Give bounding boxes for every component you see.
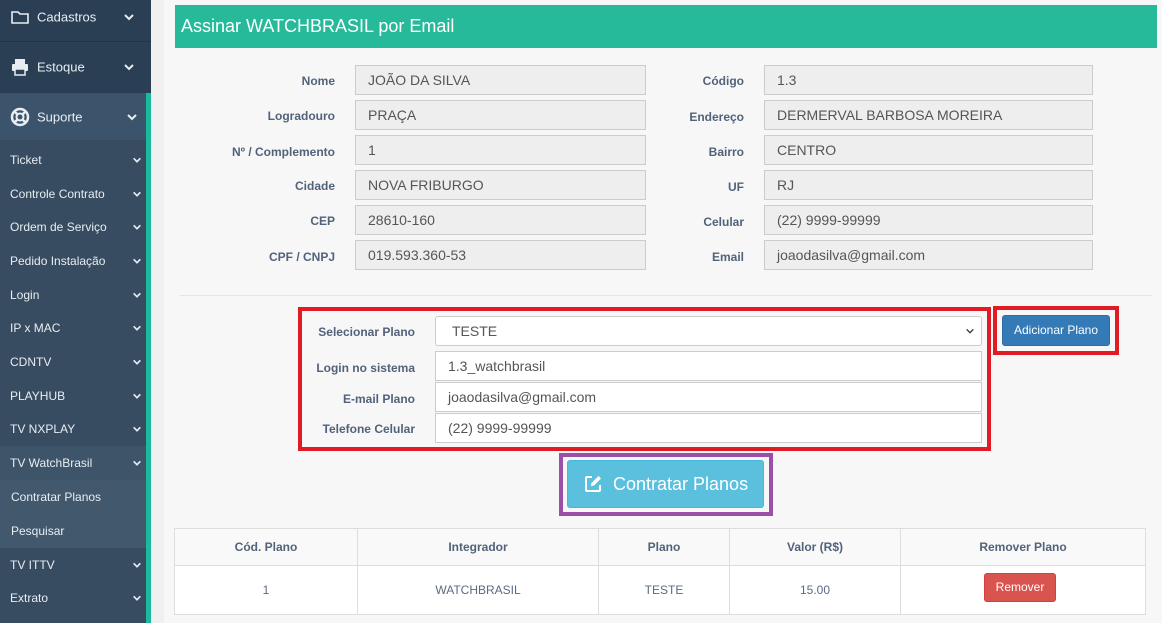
celular-field[interactable]: (22) 9999-99999 bbox=[764, 205, 1093, 235]
uf-field[interactable]: RJ bbox=[764, 170, 1093, 200]
sidebar-item-controle-contrato[interactable]: Controle Contrato bbox=[0, 177, 146, 211]
cpf-cnpj-field[interactable]: 019.593.360-53 bbox=[355, 240, 646, 270]
sidebar-item-label: IP x MAC bbox=[10, 321, 61, 335]
field-label-bairro: Bairro bbox=[708, 145, 744, 159]
sidebar-item-label: Contratar Planos bbox=[11, 490, 102, 504]
sidebar-item-label: TV NXPLAY bbox=[10, 422, 76, 436]
cidade-field[interactable]: NOVA FRIBURGO bbox=[355, 170, 646, 200]
field-label-complemento: Nº / Complemento bbox=[231, 145, 335, 159]
sidebar-item-extrato[interactable]: Extrato bbox=[0, 581, 146, 615]
field-label-cep: CEP bbox=[310, 214, 335, 228]
folder-icon bbox=[11, 10, 29, 24]
chevron-down-icon bbox=[133, 595, 141, 601]
table-header-plano: Plano bbox=[599, 529, 730, 565]
sidebar-item-tv-ittv[interactable]: TV ITTV bbox=[0, 548, 146, 582]
chevron-down-icon bbox=[124, 64, 134, 71]
complemento-field[interactable]: 1 bbox=[355, 135, 646, 165]
table-header-valor: Valor (R$) bbox=[730, 529, 901, 565]
sidebar-item-label: PLAYHUB bbox=[10, 389, 66, 403]
field-label-email: Email bbox=[711, 250, 744, 264]
sidebar-item-ticket[interactable]: Ticket bbox=[0, 143, 146, 177]
sidebar-item-label: TV ITTV bbox=[10, 558, 55, 572]
sidebar-item-label: CDNTV bbox=[10, 355, 52, 369]
sidebar-item-cdntv[interactable]: CDNTV bbox=[0, 345, 146, 379]
endereco-field[interactable]: DERMERVAL BARBOSA MOREIRA bbox=[764, 100, 1093, 130]
field-label-logradouro: Logradouro bbox=[267, 109, 335, 123]
sidebar-item-ip-mac[interactable]: IP x MAC bbox=[0, 311, 146, 345]
sidebar-item-label: Estoque bbox=[37, 59, 85, 75]
field-label-uf: UF bbox=[728, 180, 744, 194]
chevron-down-icon bbox=[124, 13, 134, 20]
sidebar-item-label: Controle Contrato bbox=[10, 187, 105, 201]
logradouro-field[interactable]: PRAÇA bbox=[355, 100, 646, 130]
page-header: Assinar WATCHBRASIL por Email bbox=[175, 5, 1157, 48]
sidebar-item-tv-watchbrasil[interactable]: TV WatchBrasil bbox=[0, 446, 146, 480]
sidebar-item-label: Suporte bbox=[37, 109, 83, 124]
add-plan-button[interactable]: Adicionar Plano bbox=[1002, 315, 1110, 346]
chevron-down-icon bbox=[133, 426, 141, 432]
remove-plan-button[interactable]: Remover bbox=[984, 573, 1056, 602]
chevron-down-icon bbox=[133, 562, 141, 568]
chevron-down-icon bbox=[133, 157, 141, 163]
chevron-down-icon bbox=[133, 460, 141, 466]
field-label-celular: Celular bbox=[703, 215, 744, 229]
sidebar-item-label: Login bbox=[10, 288, 40, 302]
chevron-down-icon bbox=[133, 325, 141, 331]
nome-field[interactable]: JOÃO DA SILVA bbox=[355, 65, 646, 95]
field-label-endereco: Endereço bbox=[689, 110, 744, 124]
sidebar-item-ordem-servico[interactable]: Ordem de Serviço bbox=[0, 210, 146, 244]
sidebar-item-label: TV WatchBrasil bbox=[10, 456, 93, 470]
section-divider bbox=[180, 295, 1152, 296]
chevron-down-icon bbox=[133, 224, 141, 230]
edit-icon bbox=[585, 476, 601, 492]
sidebar-item-label: Extrato bbox=[10, 591, 49, 605]
table-cell-cod-plano: 1 bbox=[175, 566, 358, 615]
sidebar-item-pedido-instalacao[interactable]: Pedido Instalação bbox=[0, 244, 146, 278]
sidebar-item-label: Cadastros bbox=[37, 9, 97, 24]
sidebar-item-pesquisar[interactable]: Pesquisar bbox=[0, 514, 146, 548]
chevron-down-icon bbox=[133, 393, 141, 399]
sidebar-item-label: Ordem de Serviço bbox=[10, 220, 107, 234]
sidebar-item-tv-nxplay[interactable]: TV NXPLAY bbox=[0, 412, 146, 446]
contract-plans-label: Contratar Planos bbox=[613, 474, 749, 494]
sidebar-item-cadastros[interactable]: Cadastros bbox=[0, 0, 151, 41]
chevron-down-icon bbox=[127, 113, 137, 120]
page-title: Assinar WATCHBRASIL por Email bbox=[181, 16, 455, 36]
sidebar-item-playhub[interactable]: PLAYHUB bbox=[0, 379, 146, 413]
sidebar-submenu: Ticket Controle Contrato Ordem de Serviç… bbox=[0, 140, 151, 623]
life-ring-icon bbox=[10, 107, 30, 126]
sidebar-item-login[interactable]: Login bbox=[0, 278, 146, 312]
chevron-down-icon bbox=[133, 292, 141, 298]
sidebar-item-contratar-planos[interactable]: Contratar Planos bbox=[0, 480, 146, 514]
table-cell-plano: TESTE bbox=[599, 566, 730, 615]
sidebar-item-label: Pedido Instalação bbox=[10, 254, 106, 268]
printer-icon bbox=[12, 59, 28, 76]
contract-plans-button[interactable]: Contratar Planos bbox=[567, 460, 764, 508]
sidebar-item-label: Ticket bbox=[10, 153, 42, 167]
bairro-field[interactable]: CENTRO bbox=[764, 135, 1093, 165]
sidebar-item-suporte[interactable]: Suporte bbox=[0, 93, 151, 140]
email-field[interactable]: joaodasilva@gmail.com bbox=[764, 240, 1093, 270]
sidebar-item-label: Pesquisar bbox=[11, 524, 65, 538]
table-header-integrador: Integrador bbox=[358, 529, 599, 565]
field-label-codigo: Código bbox=[702, 74, 744, 88]
field-label-cpf-cnpj: CPF / CNPJ bbox=[268, 250, 335, 264]
chevron-down-icon bbox=[133, 258, 141, 264]
chevron-down-icon bbox=[133, 359, 141, 365]
table-cell-integrador: WATCHBRASIL bbox=[358, 566, 599, 615]
codigo-field[interactable]: 1.3 bbox=[764, 65, 1093, 95]
highlight-plan-form bbox=[298, 307, 991, 451]
table-header-cod-plano: Cód. Plano bbox=[175, 529, 358, 565]
field-label-nome: Nome bbox=[301, 74, 335, 88]
sidebar-item-estoque[interactable]: Estoque bbox=[0, 42, 151, 92]
chevron-down-icon bbox=[133, 191, 141, 197]
field-label-cidade: Cidade bbox=[294, 179, 335, 193]
table-cell-valor: 15.00 bbox=[730, 566, 901, 615]
table-header-remover-plano: Remover Plano bbox=[901, 529, 1145, 565]
cep-field[interactable]: 28610-160 bbox=[355, 205, 646, 235]
sidebar: Cadastros Estoque Suporte Ticket Control… bbox=[0, 0, 151, 623]
